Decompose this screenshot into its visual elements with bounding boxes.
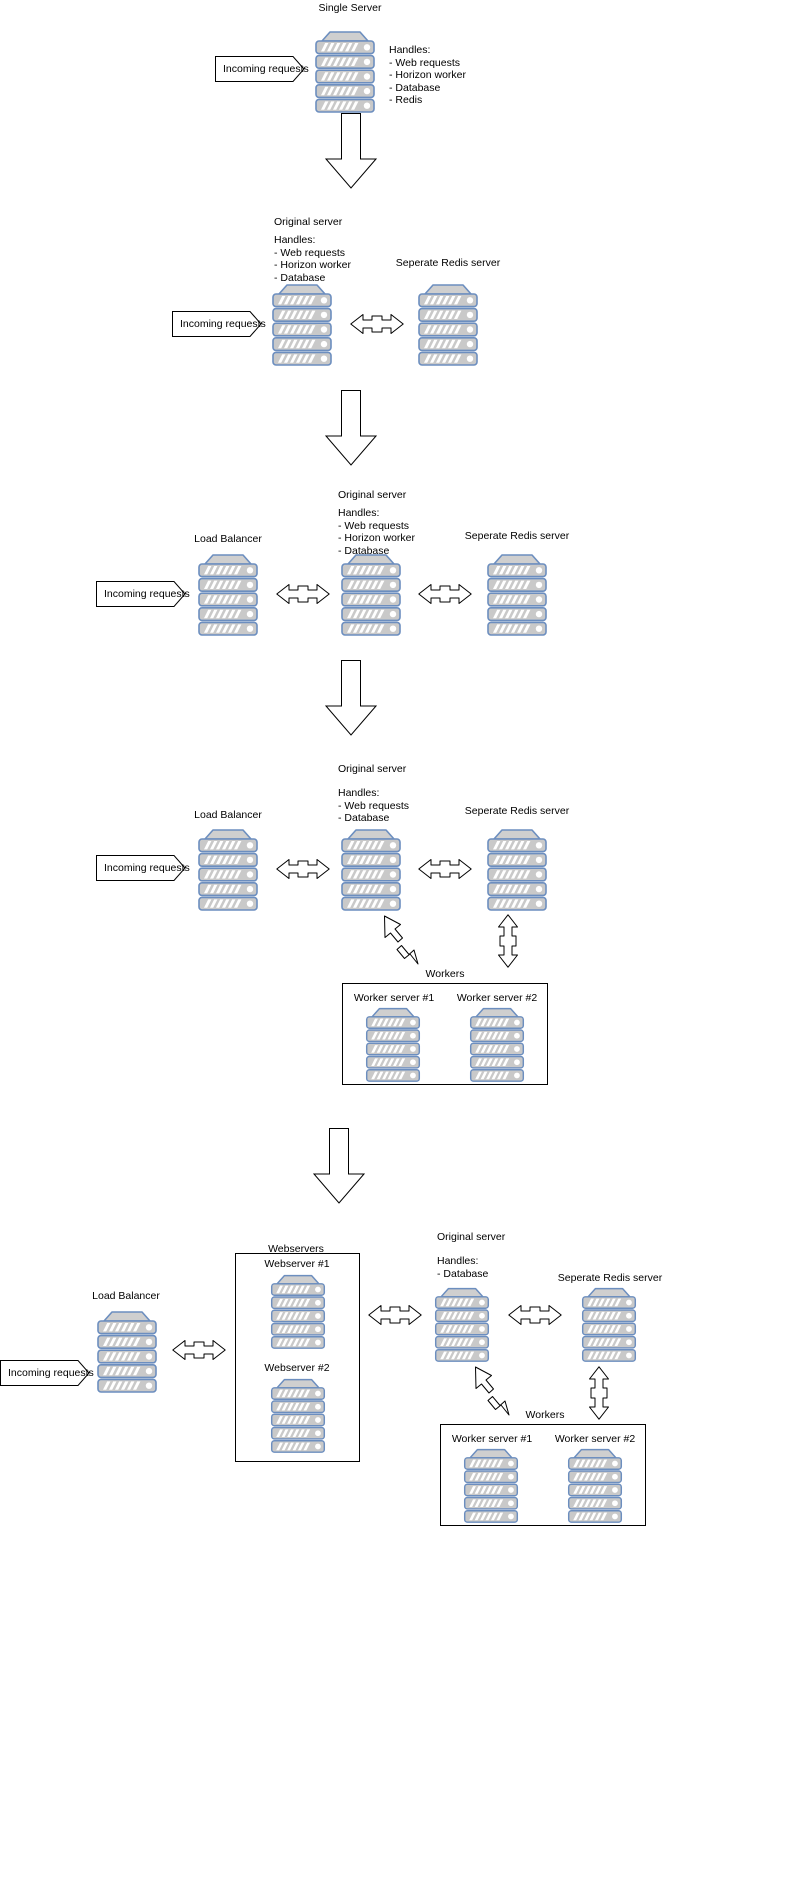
- server-icon-load-balancer-s4: [189, 826, 267, 912]
- incoming-requests-3: Incoming requests: [96, 581, 190, 607]
- stage3-redis-server-title: Seperate Redis server: [464, 530, 570, 542]
- incoming-requests-label-2: Incoming requests: [180, 318, 266, 330]
- connector-original-workers-s4: [376, 915, 422, 981]
- connector-lb-original-s4: [276, 856, 330, 882]
- server-icon-worker1-s5: [455, 1446, 527, 1524]
- server-icon-worker2-s5: [559, 1446, 631, 1524]
- server-icon-original-server-s5: [426, 1285, 498, 1363]
- connector-redis-workers-s4: [495, 914, 521, 968]
- connector-original-redis-s4: [418, 856, 472, 882]
- stage1-handles-list: Handles: - Web requests - Horizon worker…: [389, 44, 467, 107]
- stage3-original-server-title: Original server: [338, 489, 407, 501]
- connector-original-redis-s3: [418, 581, 472, 607]
- connector-original-workers-s5: [467, 1366, 513, 1432]
- connector-webservers-original-s5: [368, 1302, 422, 1328]
- stage4-redis-server-title: Seperate Redis server: [464, 805, 570, 817]
- stage4-worker1-title: Worker server #1: [353, 992, 435, 1004]
- incoming-requests-2: Incoming requests: [172, 311, 266, 337]
- flow-arrow-2: [325, 390, 377, 466]
- stage3-original-handles-list: Handles: - Web requests - Horizon worker…: [338, 507, 416, 557]
- server-icon-single-server: [306, 28, 384, 114]
- stage4-original-handles-list: Handles: - Web requests - Database: [338, 787, 410, 825]
- server-icon-worker2-s4: [461, 1005, 533, 1083]
- server-icon-webserver2-s5: [262, 1376, 334, 1454]
- diagram-canvas: Single Server Incoming requests Handles:…: [0, 0, 800, 1896]
- stage5-redis-server-title: Seperate Redis server: [557, 1272, 663, 1284]
- server-icon-redis-server-s2: [409, 281, 487, 367]
- flow-arrow-3: [325, 660, 377, 736]
- flow-arrow-1: [325, 113, 377, 189]
- server-icon-redis-server-s4: [478, 826, 556, 912]
- stage4-load-balancer-title: Load Balancer: [194, 809, 262, 821]
- server-icon-original-server-s3: [332, 551, 410, 637]
- incoming-requests-label-5: Incoming requests: [8, 1367, 94, 1379]
- stage4-workers-title: Workers: [425, 968, 465, 980]
- server-icon-load-balancer-s5: [88, 1308, 166, 1394]
- server-icon-redis-server-s3: [478, 551, 556, 637]
- stage2-original-handles-list: Handles: - Web requests - Horizon worker…: [274, 234, 352, 284]
- server-icon-original-server-s4: [332, 826, 410, 912]
- stage5-webserver2-title: Webserver #2: [264, 1362, 330, 1374]
- incoming-requests-4: Incoming requests: [96, 855, 190, 881]
- stage2-redis-server-title: Seperate Redis server: [395, 257, 501, 269]
- stage4-original-server-title: Original server: [338, 763, 407, 775]
- stage5-load-balancer-title: Load Balancer: [92, 1290, 160, 1302]
- connector-original-redis-s5: [508, 1302, 562, 1328]
- connector-redis-workers-s5: [586, 1366, 612, 1420]
- server-icon-original-server-s2: [263, 281, 341, 367]
- stage1-title: Single Server: [318, 2, 382, 14]
- incoming-requests-5: Incoming requests: [0, 1360, 94, 1386]
- server-icon-webserver1-s5: [262, 1272, 334, 1350]
- stage5-worker1-title: Worker server #1: [451, 1433, 533, 1445]
- server-icon-worker1-s4: [357, 1005, 429, 1083]
- server-icon-redis-server-s5: [573, 1285, 645, 1363]
- incoming-requests-1: Incoming requests: [215, 56, 309, 82]
- server-icon-load-balancer-s3: [189, 551, 267, 637]
- stage5-original-server-title: Original server: [437, 1231, 506, 1243]
- stage5-webserver1-title: Webserver #1: [264, 1258, 330, 1270]
- connector-lb-webservers-s5: [172, 1337, 226, 1363]
- flow-arrow-4: [313, 1128, 365, 1204]
- stage5-original-handles-list: Handles: - Database: [437, 1255, 489, 1280]
- stage3-load-balancer-title: Load Balancer: [194, 533, 262, 545]
- stage4-worker2-title: Worker server #2: [456, 992, 538, 1004]
- connector-lb-original-s3: [276, 581, 330, 607]
- incoming-requests-label-4: Incoming requests: [104, 862, 190, 874]
- stage5-workers-title: Workers: [525, 1409, 565, 1421]
- connector-original-redis-s2: [350, 311, 404, 337]
- incoming-requests-label-3: Incoming requests: [104, 588, 190, 600]
- stage5-worker2-title: Worker server #2: [554, 1433, 636, 1445]
- stage2-original-server-title: Original server: [274, 216, 343, 228]
- incoming-requests-label-1: Incoming requests: [223, 63, 309, 75]
